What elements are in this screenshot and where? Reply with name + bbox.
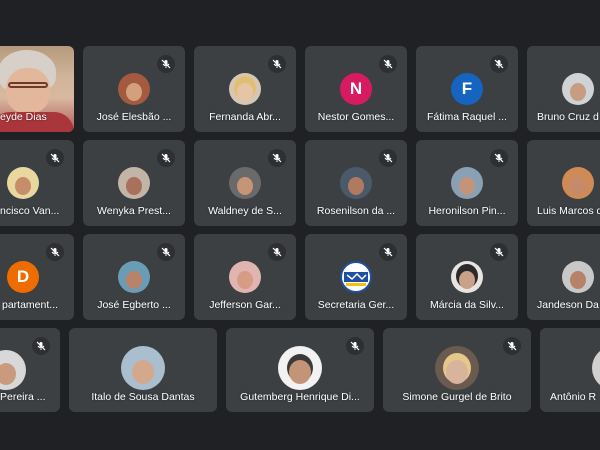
participant-avatar <box>562 73 594 105</box>
participant-avatar: N <box>340 73 372 105</box>
mic-off-icon <box>46 243 64 261</box>
participant-name: José Egberto ... <box>97 299 171 311</box>
mic-off-icon <box>46 149 64 167</box>
participant-tile[interactable]: José Egberto ... <box>83 234 185 320</box>
mic-off-icon <box>503 337 521 355</box>
participant-tile[interactable]: Waldney de S... <box>194 140 296 226</box>
participant-name: Secretaria Ger... <box>317 299 395 311</box>
participant-tile[interactable]: Wenyka Prest... <box>83 140 185 226</box>
participant-tile[interactable]: Jefferson Gar... <box>194 234 296 320</box>
participant-tile[interactable]: Secretaria Ger... <box>305 234 407 320</box>
participant-name: Jefferson Gar... <box>209 299 281 311</box>
participant-name: Pereira ... <box>0 391 46 403</box>
participant-avatar <box>121 346 165 390</box>
participant-name: Nestor Gomes... <box>317 111 395 123</box>
participant-avatar <box>562 167 594 199</box>
participant-tile[interactable]: Pereira ... <box>0 328 60 412</box>
mic-off-icon <box>490 55 508 73</box>
participant-avatar <box>118 261 150 293</box>
mic-off-icon <box>268 149 286 167</box>
participant-avatar <box>340 167 372 199</box>
participant-name: Waldney de S... <box>208 205 282 217</box>
participant-name: Antônio R <box>550 391 597 403</box>
participant-name: Wenyka Prest... <box>97 205 171 217</box>
meeting-grid: eyde Dias José Elesbão ... Fernanda Abr.… <box>0 0 600 450</box>
participant-tile[interactable]: José Elesbão ... <box>83 46 185 132</box>
participant-avatar <box>118 73 150 105</box>
participant-name: partament... <box>2 299 59 311</box>
participant-name: José Elesbão ... <box>96 111 172 123</box>
participant-avatar <box>118 167 150 199</box>
mic-off-icon <box>490 243 508 261</box>
participant-avatar <box>562 261 594 293</box>
mic-off-icon <box>268 243 286 261</box>
participant-tile[interactable]: D partament... <box>0 234 74 320</box>
participant-avatar <box>229 167 261 199</box>
participant-tile[interactable]: eyde Dias <box>0 46 74 132</box>
participant-name: eyde Dias <box>0 111 47 123</box>
participant-name: Italo de Sousa Dantas <box>91 391 195 403</box>
participant-tile[interactable]: Rosenilson da ... <box>305 140 407 226</box>
participant-tile[interactable]: ncisco Van... <box>0 140 74 226</box>
participant-tile[interactable]: N Nestor Gomes... <box>305 46 407 132</box>
mic-off-icon <box>346 337 364 355</box>
participant-avatar <box>435 346 479 390</box>
participant-avatar <box>278 346 322 390</box>
mic-off-icon <box>379 243 397 261</box>
participant-name: Gutemberg Henrique Di... <box>240 391 360 403</box>
mic-off-icon <box>157 243 175 261</box>
participant-avatar <box>451 167 483 199</box>
participant-name: Heronilson Pin... <box>428 205 506 217</box>
participant-name: Luis Marcos d <box>537 205 600 217</box>
participant-name: Márcia da Silv... <box>430 299 504 311</box>
participant-name: Fátima Raquel ... <box>427 111 507 123</box>
participant-tile[interactable]: Márcia da Silv... <box>416 234 518 320</box>
participant-tile[interactable]: Jandeson Da <box>527 234 600 320</box>
participant-name: Rosenilson da ... <box>316 205 396 217</box>
participant-avatar <box>7 167 39 199</box>
participant-tile[interactable]: Heronilson Pin... <box>416 140 518 226</box>
participant-tile[interactable]: Luis Marcos d <box>527 140 600 226</box>
participant-name: Bruno Cruz d <box>537 111 599 123</box>
participant-name: Fernanda Abr... <box>209 111 281 123</box>
mic-off-icon <box>490 149 508 167</box>
participant-tile[interactable]: Antônio R <box>540 328 600 412</box>
participant-name: Simone Gurgel de Brito <box>402 391 512 403</box>
participant-tile[interactable]: Gutemberg Henrique Di... <box>226 328 374 412</box>
participant-tile[interactable]: Italo de Sousa Dantas <box>69 328 217 412</box>
participant-tile[interactable]: Bruno Cruz d <box>527 46 600 132</box>
mic-off-icon <box>157 55 175 73</box>
participant-avatar <box>592 346 600 390</box>
participant-tile[interactable]: F Fátima Raquel ... <box>416 46 518 132</box>
participant-avatar: D <box>7 261 39 293</box>
mic-off-icon <box>268 55 286 73</box>
participant-avatar <box>451 261 483 293</box>
mic-off-icon <box>379 149 397 167</box>
participant-avatar <box>0 350 26 390</box>
participant-avatar: F <box>451 73 483 105</box>
participant-avatar <box>229 73 261 105</box>
participant-name: Jandeson Da <box>537 299 599 311</box>
participant-name: ncisco Van... <box>0 205 60 217</box>
participant-tile[interactable]: Simone Gurgel de Brito <box>383 328 531 412</box>
participant-avatar <box>229 261 261 293</box>
mic-off-icon <box>32 337 50 355</box>
mic-off-icon <box>379 55 397 73</box>
mic-off-icon <box>157 149 175 167</box>
organization-logo <box>340 261 372 293</box>
participant-tile[interactable]: Fernanda Abr... <box>194 46 296 132</box>
